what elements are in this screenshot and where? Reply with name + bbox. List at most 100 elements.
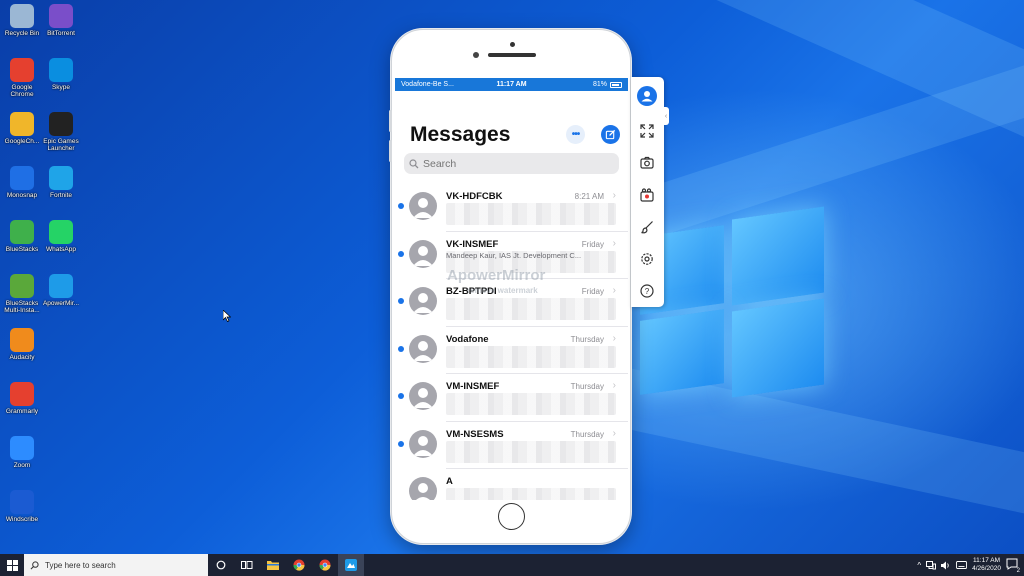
whiteboard-button[interactable] xyxy=(637,217,657,237)
desktop-icon[interactable]: ApowerMir... xyxy=(39,274,83,307)
search-bar[interactable] xyxy=(404,153,619,174)
contact-avatar-icon xyxy=(409,192,437,220)
desktop-icon[interactable]: BlueStacks xyxy=(0,220,44,253)
desktop-icon[interactable]: Epic Games Launcher xyxy=(39,112,83,152)
settings-icon xyxy=(641,253,653,265)
chevron-right-icon: › xyxy=(612,237,616,249)
desktop-icon-label: Grammarly xyxy=(5,408,39,415)
profile-button[interactable] xyxy=(637,86,657,106)
message-preview: Mandeep Kaur, IAS Jt. Development C... xyxy=(446,250,582,260)
fortnite-icon xyxy=(49,166,73,190)
task-view-button[interactable] xyxy=(234,554,260,576)
desktop-icon-label: Skype xyxy=(51,84,71,91)
clock-time: 11:17 AM xyxy=(973,557,1001,564)
blurred-preview xyxy=(446,298,616,320)
desktop-icon[interactable]: BitTorrent xyxy=(39,4,83,37)
network-icon[interactable] xyxy=(926,560,937,570)
desktop-icon[interactable]: Windscribe xyxy=(0,490,44,523)
profile-icon xyxy=(637,86,657,106)
help-icon: ? xyxy=(640,284,654,298)
fullscreen-button[interactable] xyxy=(637,121,657,141)
record-button[interactable] xyxy=(637,185,657,205)
desktop-icon[interactable]: Grammarly xyxy=(0,382,44,415)
chevron-right-icon: › xyxy=(612,190,616,201)
contact-avatar-icon xyxy=(409,477,437,500)
contact-avatar-icon xyxy=(409,287,437,315)
page-title: Messages xyxy=(410,123,511,146)
zoom-icon xyxy=(10,436,34,460)
earpiece-speaker xyxy=(488,53,536,57)
settings-button[interactable] xyxy=(637,249,657,269)
taskbar-apowermirror[interactable] xyxy=(338,554,364,576)
message-sender: Vodafone xyxy=(446,333,489,345)
compose-icon xyxy=(605,129,616,140)
phone-mirror-frame: Vodafone-Be S... 11:17 AM 81% Messages •… xyxy=(389,29,631,544)
message-row[interactable]: VM-NSESMS Thursday › xyxy=(395,422,628,469)
taskbar-search-box[interactable]: Type here to search xyxy=(24,554,208,576)
volume-down-button xyxy=(389,140,392,162)
desktop-icon[interactable]: Monosnap xyxy=(0,166,44,199)
brush-icon xyxy=(641,221,653,234)
message-row[interactable]: Vodafone Thursday › xyxy=(395,327,628,374)
unread-indicator xyxy=(398,393,404,399)
watermark-subtext: remove watermark xyxy=(467,286,538,295)
blurred-preview xyxy=(446,345,616,368)
unread-indicator xyxy=(398,298,404,304)
desktop-icon[interactable]: Recycle Bin xyxy=(0,4,44,37)
windows-start-icon xyxy=(6,559,18,571)
desktop-icon[interactable]: Zoom xyxy=(0,436,44,469)
chevron-up-icon[interactable]: ^ xyxy=(917,561,921,570)
screenshot-button[interactable] xyxy=(637,153,657,173)
grammarly-chrome-icon xyxy=(10,382,34,406)
desktop-icon[interactable]: GoogleCh... xyxy=(0,112,44,145)
system-tray: ^ 11:17 AM 4/26/2020 2 xyxy=(917,557,1024,574)
collapse-toolbar-button[interactable]: ‹ xyxy=(663,107,669,125)
taskbar-chrome-2[interactable] xyxy=(312,554,338,576)
home-button[interactable] xyxy=(498,503,525,530)
message-date: Friday xyxy=(581,287,604,296)
message-row[interactable]: VM-INSMEF Thursday › xyxy=(395,374,628,422)
svg-text:?: ? xyxy=(645,287,650,296)
search-input[interactable] xyxy=(423,157,603,170)
taskbar-file-explorer[interactable] xyxy=(260,554,286,576)
unread-indicator xyxy=(398,440,404,447)
desktop-icon[interactable]: Fortnite xyxy=(39,166,83,199)
chrome-icon xyxy=(319,559,331,571)
help-button[interactable]: ? xyxy=(637,281,657,301)
blurred-preview xyxy=(446,440,616,463)
keyboard-icon[interactable] xyxy=(956,561,968,569)
taskbar-chrome-1[interactable] xyxy=(286,554,312,576)
desktop-icon[interactable]: Audacity xyxy=(0,328,44,361)
chevron-left-icon: ‹ xyxy=(664,112,668,120)
messages-header: Messages ••• xyxy=(395,91,628,151)
speaker-icon[interactable] xyxy=(941,561,951,570)
start-button[interactable] xyxy=(0,554,24,576)
more-options-button[interactable]: ••• xyxy=(566,125,585,144)
chrome-icon xyxy=(10,58,34,82)
chevron-right-icon: › xyxy=(612,285,616,296)
audacity-icon xyxy=(10,328,34,352)
desktop-icon[interactable]: Google Chrome xyxy=(0,58,44,98)
message-row[interactable]: A xyxy=(395,469,628,500)
message-row[interactable]: VK-HDFCBK 8:21 AM › xyxy=(395,184,628,232)
unread-indicator xyxy=(398,345,404,352)
desktop-icon-label: WhatsApp xyxy=(46,246,76,253)
cortana-button[interactable] xyxy=(208,554,234,576)
desktop-icon[interactable]: BlueStacks Multi-Insta... xyxy=(0,274,44,314)
message-date: Thursday xyxy=(570,334,604,344)
windows-logo-wallpaper xyxy=(640,205,825,398)
contact-avatar-icon xyxy=(409,429,437,458)
notification-center-button[interactable]: 2 xyxy=(1006,558,1021,574)
desktop-icon-label: BlueStacks xyxy=(5,246,39,253)
desktop-icon[interactable]: WhatsApp xyxy=(39,220,83,253)
taskbar-clock[interactable]: 11:17 AM 4/26/2020 xyxy=(972,557,1001,573)
message-date: 8:21 AM xyxy=(574,192,604,201)
chevron-right-icon: › xyxy=(612,427,616,439)
epic-games-icon xyxy=(49,112,73,136)
desktop-icon[interactable]: Skype xyxy=(39,58,83,91)
compose-button[interactable] xyxy=(601,125,620,144)
battery-icon xyxy=(610,81,622,88)
message-sender: VK-HDFCBK xyxy=(446,191,503,202)
clock-date: 4/26/2020 xyxy=(972,565,1001,572)
message-date: Friday xyxy=(581,239,604,249)
